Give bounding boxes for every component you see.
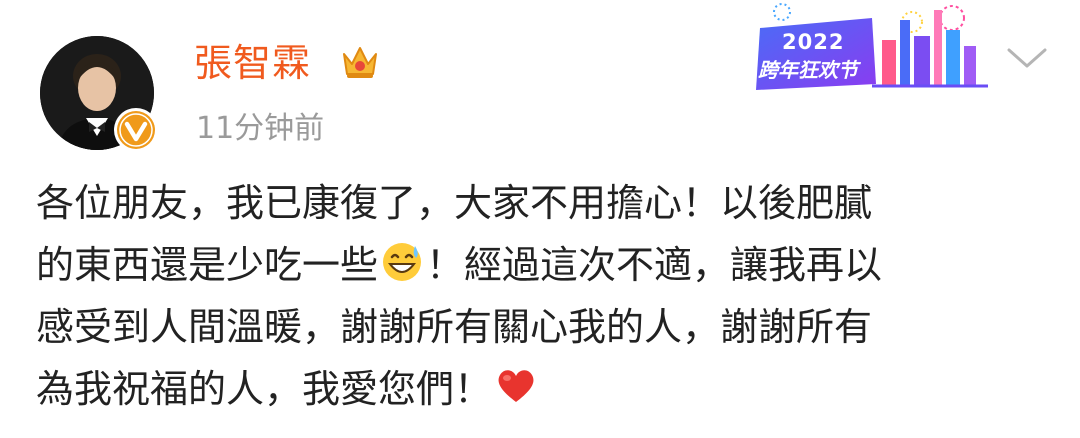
user-name[interactable]: 張智霖 xyxy=(194,36,311,90)
post-timestamp: 11分钟前 xyxy=(196,111,325,146)
post-line-3: 感受到人間溫暖，謝謝所有關心我的人，謝謝所有 xyxy=(36,305,873,349)
verified-badge-icon xyxy=(114,108,158,152)
post-line-4-text: 為我祝福的人，我愛您們！ xyxy=(36,367,493,411)
post-line-2: 的東西還是少吃一些 ！經過這次不適，讓我再以 xyxy=(36,234,1048,296)
post-line-1: 各位朋友，我已康復了，大家不用擔心！以後肥膩 xyxy=(36,181,873,225)
weibo-post: 張智霖 11分钟前 2022 跨年狂欢节 各位朋友，我已康復了，大家不用擔心！以… xyxy=(0,0,1080,438)
post-line-4: 為我祝福的人，我愛您們！ xyxy=(36,358,1048,420)
chevron-down-icon[interactable] xyxy=(1004,42,1050,72)
red-heart-emoji-icon xyxy=(494,364,538,408)
badge-year: 2022 xyxy=(782,30,845,54)
crown-membership-icon[interactable] xyxy=(338,40,382,84)
new-year-festival-badge[interactable]: 2022 跨年狂欢节 xyxy=(752,0,992,96)
grinning-sweat-emoji-icon xyxy=(380,240,424,284)
post-body: 各位朋友，我已康復了，大家不用擔心！以後肥膩 的東西還是少吃一些 ！經過這次不適… xyxy=(36,172,1048,420)
post-line-2-text-a: 的東西還是少吃一些 xyxy=(36,243,379,287)
badge-title: 跨年狂欢节 xyxy=(758,58,858,82)
post-line-2-text-b: ！經過這次不適，讓我再以 xyxy=(426,243,883,287)
